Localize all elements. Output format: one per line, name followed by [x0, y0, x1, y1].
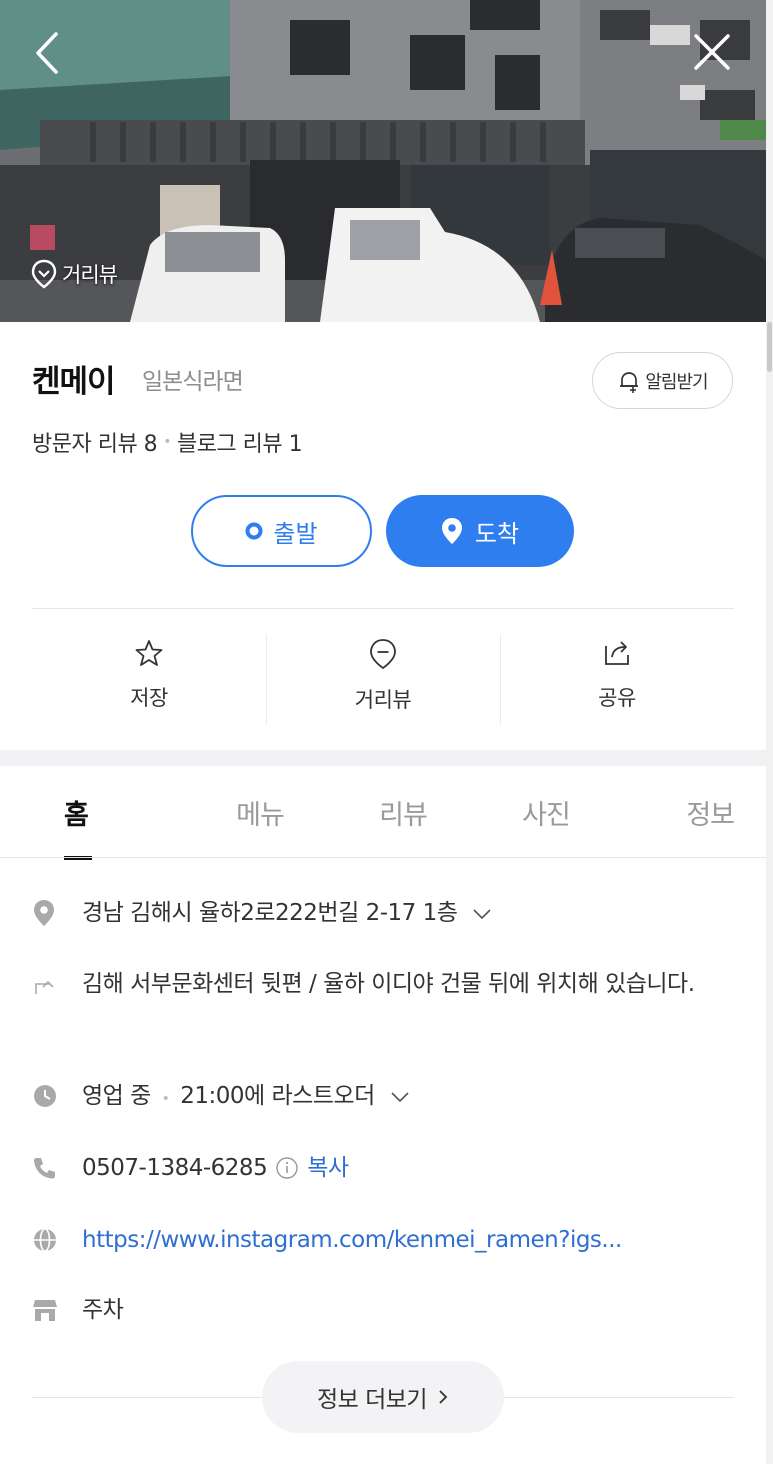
chevron-left-icon [36, 32, 58, 74]
route-end-button[interactable]: 도착 [386, 495, 574, 567]
chevron-down-icon[interactable] [472, 908, 492, 920]
section-gap [0, 750, 766, 766]
location-pin-icon [32, 895, 70, 931]
tab-menu[interactable]: 메뉴 [215, 766, 305, 858]
tab-review[interactable]: 리뷰 [358, 766, 448, 858]
streetview-icon [370, 639, 396, 670]
scrollbar[interactable] [766, 0, 773, 1464]
place-name: 켄메이 [32, 364, 116, 400]
divider [504, 1397, 734, 1398]
route-start-button[interactable]: 출발 [191, 495, 372, 567]
streetview-label: 거리뷰 [354, 688, 412, 712]
alarm-button[interactable]: 알림받기 [592, 352, 733, 409]
streetview-badge-label: 거리뷰 [62, 263, 118, 287]
tabs-divider [0, 857, 766, 858]
action-bar: 저장 거리뷰 공유 [32, 630, 734, 726]
phone-row: 0507-1384-6285 복사 [32, 1150, 734, 1186]
visitor-reviews-link[interactable]: 방문자 리뷰 8 [32, 426, 158, 458]
hours-detail: 21:00에 라스트오더 [180, 1083, 375, 1109]
website-link[interactable]: https://www.instagram.com/kenmei_ramen?i… [82, 1222, 622, 1258]
close-button[interactable] [688, 28, 736, 76]
phone-icon [32, 1150, 70, 1186]
hours-row: 영업 중 • 21:00에 라스트오더 [32, 1078, 734, 1117]
separator-dot: • [161, 1091, 170, 1107]
website-row: https://www.instagram.com/kenmei_ramen?i… [32, 1222, 734, 1258]
save-button[interactable]: 저장 [32, 630, 266, 726]
turn-arrow-icon [32, 966, 70, 1002]
share-icon [605, 641, 629, 665]
parking-text: 주차 [82, 1297, 124, 1323]
place-category: 일본식라면 [142, 369, 244, 395]
place-header: 켄메이 일본식라면 알림받기 [32, 352, 734, 412]
close-icon [694, 34, 730, 70]
tab-bar: 홈 메뉴 리뷰 사진 정보 [32, 766, 735, 860]
route-start-label: 출발 [273, 519, 318, 548]
tab-photo[interactable]: 사진 [501, 766, 591, 858]
save-label: 저장 [130, 686, 168, 710]
streetview-button[interactable]: 거리뷰 [266, 630, 500, 726]
star-icon [135, 640, 163, 666]
bell-plus-icon [620, 371, 639, 393]
streetview-photo[interactable]: 거리뷰 [0, 0, 766, 322]
streetview-badge[interactable]: 거리뷰 [30, 256, 118, 292]
divider [32, 1397, 262, 1398]
chevron-down-icon[interactable] [390, 1091, 410, 1103]
blog-reviews-link[interactable]: 블로그 리뷰 1 [177, 426, 303, 458]
clock-icon [32, 1078, 70, 1114]
globe-icon [32, 1222, 70, 1258]
tab-home[interactable]: 홈 [32, 766, 162, 860]
route-end-label: 도착 [474, 519, 520, 548]
share-label: 공유 [598, 686, 636, 710]
alarm-label: 알림받기 [645, 371, 708, 393]
info-icon[interactable] [275, 1156, 299, 1180]
address-row: 경남 김해시 율하2로222번길 2-17 1층 [32, 895, 734, 931]
review-summary: 방문자 리뷰 8 • 블로그 리뷰 1 [32, 426, 303, 458]
directions-text: 김해 서부문화센터 뒷편 / 율하 이디야 건물 뒤에 위치해 있습니다. [82, 971, 695, 997]
copy-button[interactable]: 복사 [307, 1150, 349, 1186]
map-pin-icon [441, 518, 462, 544]
start-point-icon [245, 522, 263, 540]
share-button[interactable]: 공유 [500, 630, 734, 726]
separator-dot: • [163, 434, 171, 450]
hours-status: 영업 중 [82, 1083, 151, 1109]
address-text: 경남 김해시 율하2로222번길 2-17 1층 [82, 900, 458, 926]
store-icon [32, 1292, 70, 1328]
divider [32, 608, 734, 609]
parking-row: 주차 [32, 1292, 734, 1328]
directions-row: 김해 서부문화센터 뒷편 / 율하 이디야 건물 뒤에 위치해 있습니다. [32, 966, 734, 1002]
more-info-label: 정보 더보기 [316, 1387, 428, 1413]
more-info-button[interactable]: 정보 더보기 [262, 1361, 504, 1433]
phone-number[interactable]: 0507-1384-6285 [82, 1150, 268, 1186]
scrollbar-thumb[interactable] [767, 322, 772, 372]
back-button[interactable] [26, 26, 70, 80]
streetview-icon [31, 259, 57, 289]
tab-info[interactable]: 정보 [644, 766, 735, 858]
chevron-right-icon [439, 1390, 448, 1404]
